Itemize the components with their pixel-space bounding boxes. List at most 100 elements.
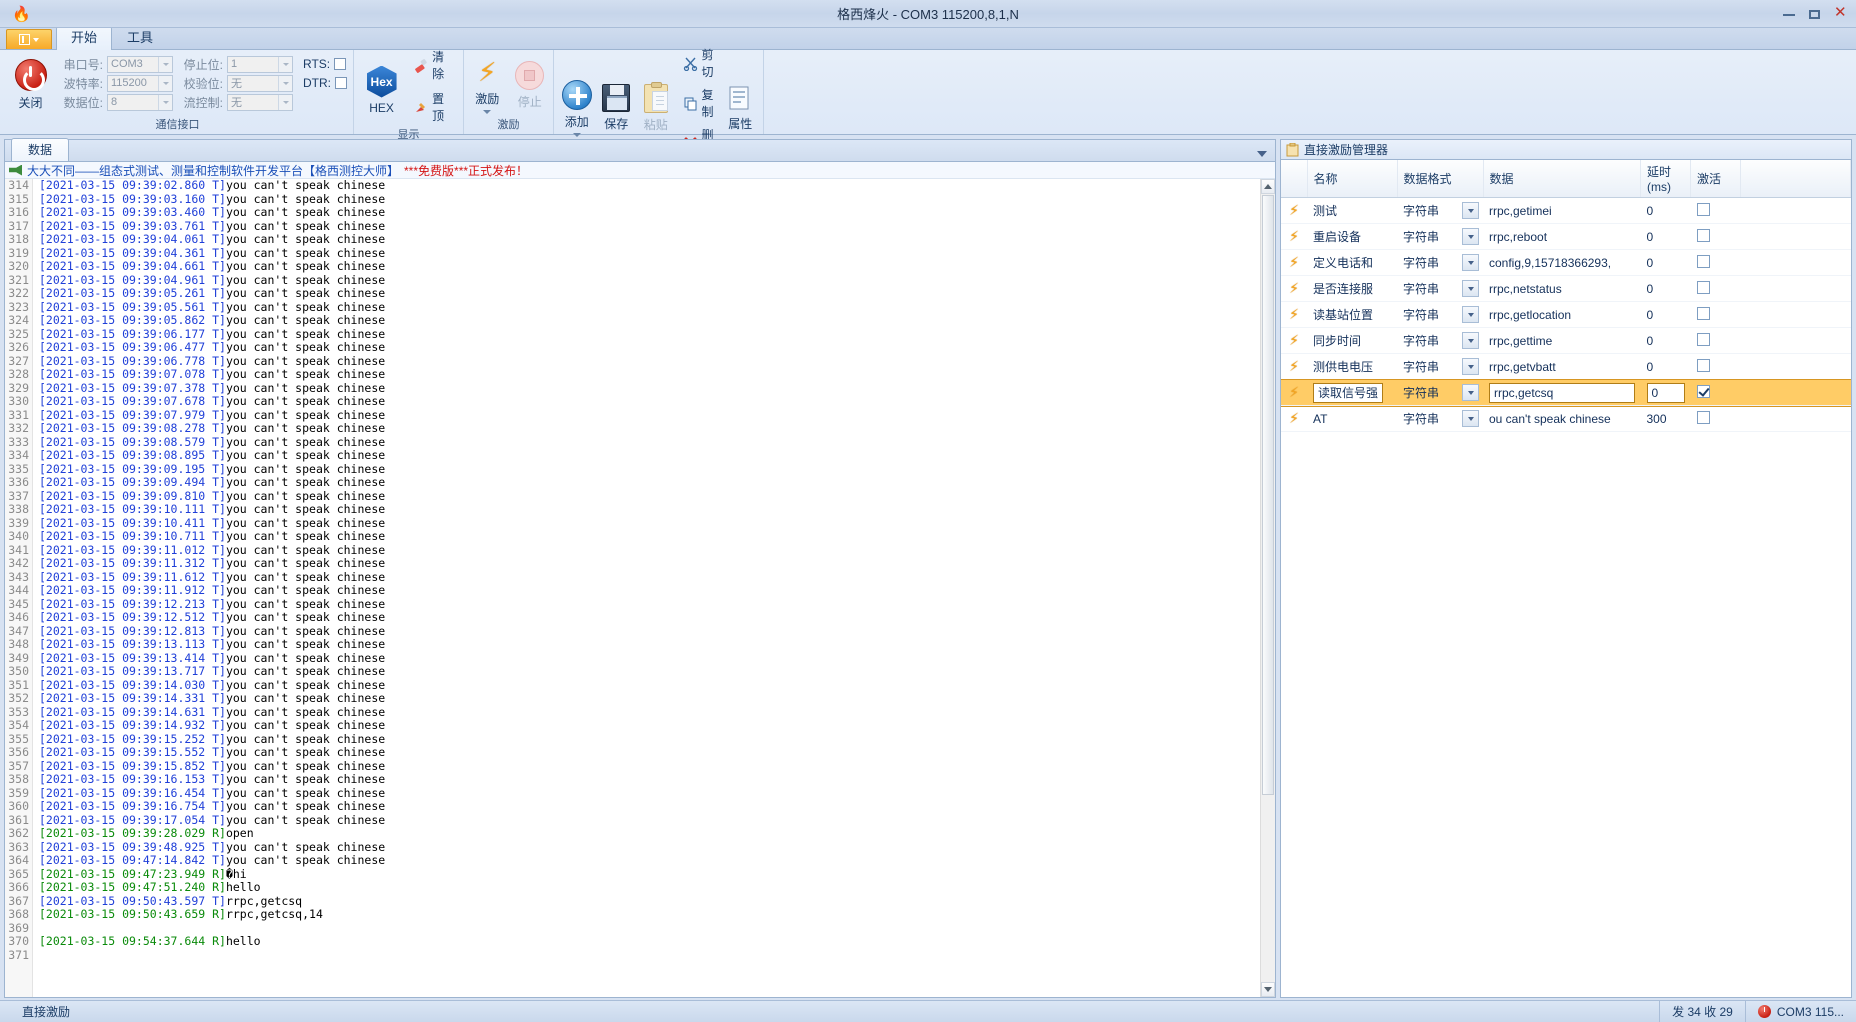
dtr-checkbox[interactable] xyxy=(335,77,347,89)
log-scroll-area[interactable]: 314 315 316 317 318 319 320 321 322 323 324 325 326 3… xyxy=(5,178,1275,997)
chevron-down-icon[interactable] xyxy=(483,109,492,114)
cell-name[interactable]: 测试 xyxy=(1307,197,1397,224)
active-checkbox[interactable] xyxy=(1696,228,1710,242)
cell-name[interactable]: 定义电话和 xyxy=(1307,249,1397,276)
close-port-button[interactable]: 关闭 xyxy=(8,57,53,111)
active-checkbox[interactable] xyxy=(1696,254,1710,268)
tab-tools[interactable]: 工具 xyxy=(112,26,168,49)
cell-delay[interactable]: 0 xyxy=(1640,301,1691,328)
log-vertical-scrollbar[interactable] xyxy=(1260,179,1275,997)
col-format[interactable]: 数据格式 xyxy=(1397,160,1484,198)
chevron-down-icon[interactable] xyxy=(1462,384,1479,401)
cell-active[interactable] xyxy=(1690,223,1741,250)
chevron-down-icon[interactable] xyxy=(1462,202,1479,219)
table-row[interactable]: ⚡ 读基站位置 字符串 rrpc,getlocation 0 xyxy=(1281,301,1851,328)
pin-top-button[interactable]: 置顶 xyxy=(409,88,457,126)
chevron-down-icon[interactable] xyxy=(1257,151,1267,157)
baud-combo[interactable]: 115200 xyxy=(107,74,173,92)
cell-format[interactable]: 字符串 xyxy=(1397,327,1483,354)
minimize-button[interactable] xyxy=(1782,8,1796,20)
active-checkbox[interactable] xyxy=(1696,280,1710,294)
chevron-down-icon[interactable] xyxy=(1462,332,1479,349)
cell-active[interactable] xyxy=(1690,405,1741,432)
tab-start[interactable]: 开始 xyxy=(56,26,113,50)
stopbits-combo[interactable]: 1 xyxy=(227,55,293,73)
cell-active[interactable] xyxy=(1690,379,1741,406)
cell-format[interactable]: 字符串 xyxy=(1397,353,1483,380)
row-lightning-icon[interactable]: ⚡ xyxy=(1281,301,1307,328)
cell-format[interactable]: 字符串 xyxy=(1397,405,1483,432)
scroll-up-button[interactable] xyxy=(1261,179,1275,194)
row-lightning-icon[interactable]: ⚡ xyxy=(1281,379,1307,406)
data-editor[interactable]: rrpc,getcsq xyxy=(1489,382,1635,403)
cell-data[interactable]: rrpc,reboot xyxy=(1483,223,1641,250)
flow-combo[interactable]: 无 xyxy=(227,93,293,111)
cell-name[interactable]: 同步时间 xyxy=(1307,327,1397,354)
maximize-button[interactable] xyxy=(1808,8,1822,20)
cell-delay[interactable]: 0 xyxy=(1640,197,1691,224)
chevron-down-icon[interactable] xyxy=(278,94,292,110)
delay-editor[interactable]: 0 xyxy=(1646,382,1685,403)
col-delay[interactable]: 延时(ms) xyxy=(1640,160,1691,198)
col-name[interactable]: 名称 xyxy=(1307,160,1398,198)
save-button[interactable]: 保存 xyxy=(600,82,634,132)
cell-delay[interactable]: 0 xyxy=(1640,275,1691,302)
app-menu-button[interactable] xyxy=(6,29,52,49)
chevron-down-icon[interactable] xyxy=(1462,254,1479,271)
table-row[interactable]: ⚡ 测供电电压 字符串 rrpc,getvbatt 0 xyxy=(1281,353,1851,380)
promo-banner[interactable]: 大大不同——组态式测试、测量和控制软件开发平台【格西测控大师】 ***免费版**… xyxy=(5,162,1275,179)
cut-button[interactable]: 剪切 xyxy=(679,44,718,82)
col-active[interactable]: 激活 xyxy=(1690,160,1741,198)
copy-button[interactable]: 复制 xyxy=(679,84,718,122)
cell-name[interactable]: 读基站位置 xyxy=(1307,301,1397,328)
row-lightning-icon[interactable]: ⚡ xyxy=(1281,353,1307,380)
active-checkbox[interactable] xyxy=(1696,306,1710,320)
chevron-down-icon[interactable] xyxy=(1462,358,1479,375)
cell-data[interactable]: rrpc,gettime xyxy=(1483,327,1641,354)
cell-format[interactable]: 字符串 xyxy=(1397,223,1483,250)
cell-data[interactable]: rrpc,getcsq xyxy=(1483,379,1641,406)
rts-checkbox[interactable] xyxy=(334,58,347,70)
row-lightning-icon[interactable]: ⚡ xyxy=(1281,405,1307,432)
table-row[interactable]: ⚡ 测试 字符串 rrpc,getimei 0 xyxy=(1281,197,1851,224)
name-editor[interactable]: 读取信号强 xyxy=(1313,383,1384,403)
active-checkbox[interactable] xyxy=(1696,384,1710,398)
cell-active[interactable] xyxy=(1690,327,1741,354)
chevron-down-icon[interactable] xyxy=(1462,280,1479,297)
table-row[interactable]: ⚡ 定义电话和 字符串 config,9,15718366293, 0 xyxy=(1281,249,1851,276)
rts-flag[interactable]: RTS: xyxy=(303,57,347,71)
cell-delay[interactable]: 0 xyxy=(1640,249,1691,276)
row-lightning-icon[interactable]: ⚡ xyxy=(1281,327,1307,354)
row-lightning-icon[interactable]: ⚡ xyxy=(1281,223,1307,250)
clear-button[interactable]: 清除 xyxy=(409,46,457,84)
cell-format[interactable]: 字符串 xyxy=(1397,301,1483,328)
chevron-down-icon[interactable] xyxy=(1462,228,1479,245)
cell-data[interactable]: rrpc,getvbatt xyxy=(1483,353,1641,380)
table-row[interactable]: ⚡ 同步时间 字符串 rrpc,gettime 0 xyxy=(1281,327,1851,354)
cell-data[interactable]: rrpc,netstatus xyxy=(1483,275,1641,302)
close-button[interactable]: ✕ xyxy=(1834,5,1848,20)
cell-active[interactable] xyxy=(1690,249,1741,276)
cell-delay[interactable]: 300 xyxy=(1640,405,1691,432)
cell-data[interactable]: config,9,15718366293, xyxy=(1483,249,1641,276)
run-stimulus-button[interactable]: ⚡ 激励 xyxy=(470,55,505,114)
cell-format[interactable]: 字符串 xyxy=(1397,275,1483,302)
cell-delay[interactable]: 0 xyxy=(1640,353,1691,380)
parity-combo[interactable]: 无 xyxy=(227,74,293,92)
chevron-down-icon[interactable] xyxy=(1462,306,1479,323)
chevron-down-icon[interactable] xyxy=(1462,410,1479,427)
cell-delay[interactable]: 0 xyxy=(1640,379,1691,406)
cell-active[interactable] xyxy=(1690,197,1741,224)
scroll-down-button[interactable] xyxy=(1261,982,1275,997)
cell-data[interactable]: ou can't speak chinese xyxy=(1483,405,1641,432)
databits-combo[interactable]: 8 xyxy=(107,93,173,111)
active-checkbox[interactable] xyxy=(1696,202,1710,216)
row-lightning-icon[interactable]: ⚡ xyxy=(1281,197,1307,224)
cell-format[interactable]: 字符串 xyxy=(1397,379,1483,406)
active-checkbox[interactable] xyxy=(1696,410,1710,424)
cell-name[interactable]: 读取信号强 xyxy=(1307,379,1397,406)
active-checkbox[interactable] xyxy=(1696,358,1710,372)
cell-data[interactable]: rrpc,getlocation xyxy=(1483,301,1641,328)
chevron-down-icon[interactable] xyxy=(278,56,292,72)
cell-active[interactable] xyxy=(1690,275,1741,302)
